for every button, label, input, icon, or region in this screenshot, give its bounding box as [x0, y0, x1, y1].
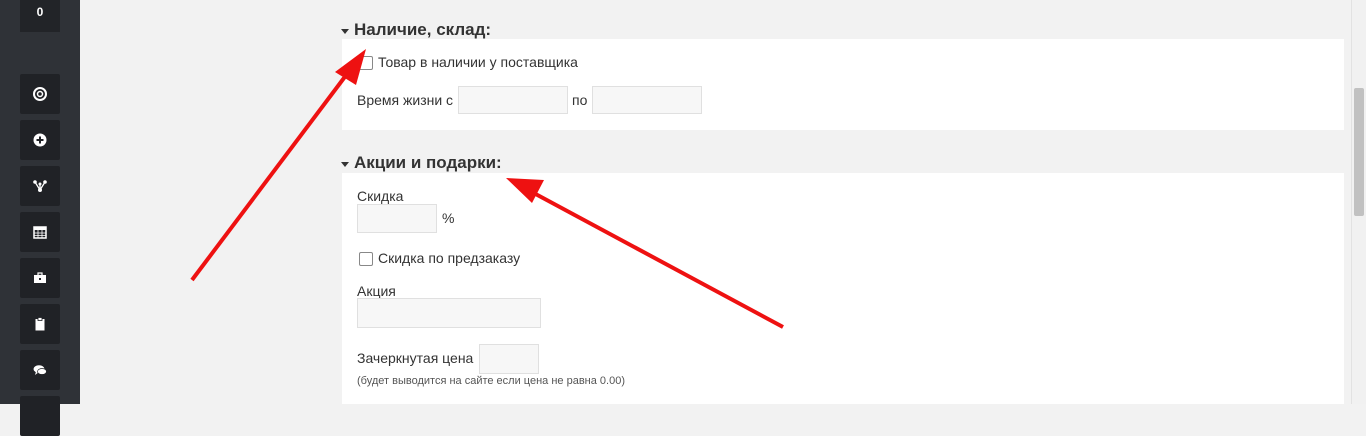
- promo-input[interactable]: [357, 298, 541, 328]
- promotions-panel: Скидка % Скидка по предзаказу Акция Заче…: [342, 173, 1344, 404]
- discount-label: Скидка: [357, 188, 404, 204]
- sitemap-icon: [33, 180, 47, 192]
- sidebar-button-briefcase[interactable]: [20, 258, 60, 298]
- sidebar-button-calendar[interactable]: [20, 212, 60, 252]
- lifetime-to-input[interactable]: [592, 86, 702, 114]
- sidebar-button-more[interactable]: [20, 396, 60, 436]
- sidebar-button-comments[interactable]: [20, 350, 60, 390]
- plus-circle-icon: [33, 133, 47, 147]
- lifetime-from-input[interactable]: [458, 86, 568, 114]
- lifetime-label: Время жизни с: [357, 92, 454, 108]
- lifebuoy-icon: [33, 87, 47, 101]
- page-scrollbar[interactable]: [1351, 0, 1366, 404]
- sidebar-button-clipboard[interactable]: [20, 304, 60, 344]
- in-stock-checkbox[interactable]: [359, 56, 373, 70]
- section-title-promotions[interactable]: Акции и подарки:: [341, 153, 502, 173]
- scrollbar-thumb[interactable]: [1354, 88, 1364, 216]
- preorder-discount-checkbox[interactable]: [359, 252, 373, 266]
- stock-panel: Товар в наличии у поставщика Время жизни…: [342, 39, 1344, 130]
- annotation-arrow-stock: [190, 68, 352, 282]
- calendar-icon: [33, 226, 47, 239]
- promo-label: Акция: [357, 283, 396, 299]
- lifetime-to-label: по: [572, 92, 588, 108]
- discount-unit: %: [442, 210, 455, 226]
- sidebar-button-add[interactable]: [20, 120, 60, 160]
- preorder-discount-label: Скидка по предзаказу: [378, 250, 521, 266]
- sidebar: 0: [0, 0, 80, 436]
- in-stock-checkbox-label: Товар в наличии у поставщика: [378, 54, 578, 70]
- briefcase-icon: [34, 272, 46, 283]
- sidebar-button-structure[interactable]: [20, 166, 60, 206]
- section-title-stock[interactable]: Наличие, склад:: [341, 20, 491, 40]
- caret-down-icon: [341, 28, 349, 34]
- sidebar-button-help[interactable]: [20, 74, 60, 114]
- comments-icon: [33, 365, 47, 375]
- caret-down-icon: [341, 161, 349, 167]
- discount-input[interactable]: [357, 204, 437, 233]
- old-price-hint: (будет выводится на сайте если цена не р…: [357, 375, 625, 387]
- old-price-input[interactable]: [479, 344, 539, 374]
- old-price-label: Зачеркнутая цена: [357, 350, 474, 366]
- notification-counter[interactable]: 0: [20, 0, 60, 32]
- clipboard-icon: [35, 317, 45, 331]
